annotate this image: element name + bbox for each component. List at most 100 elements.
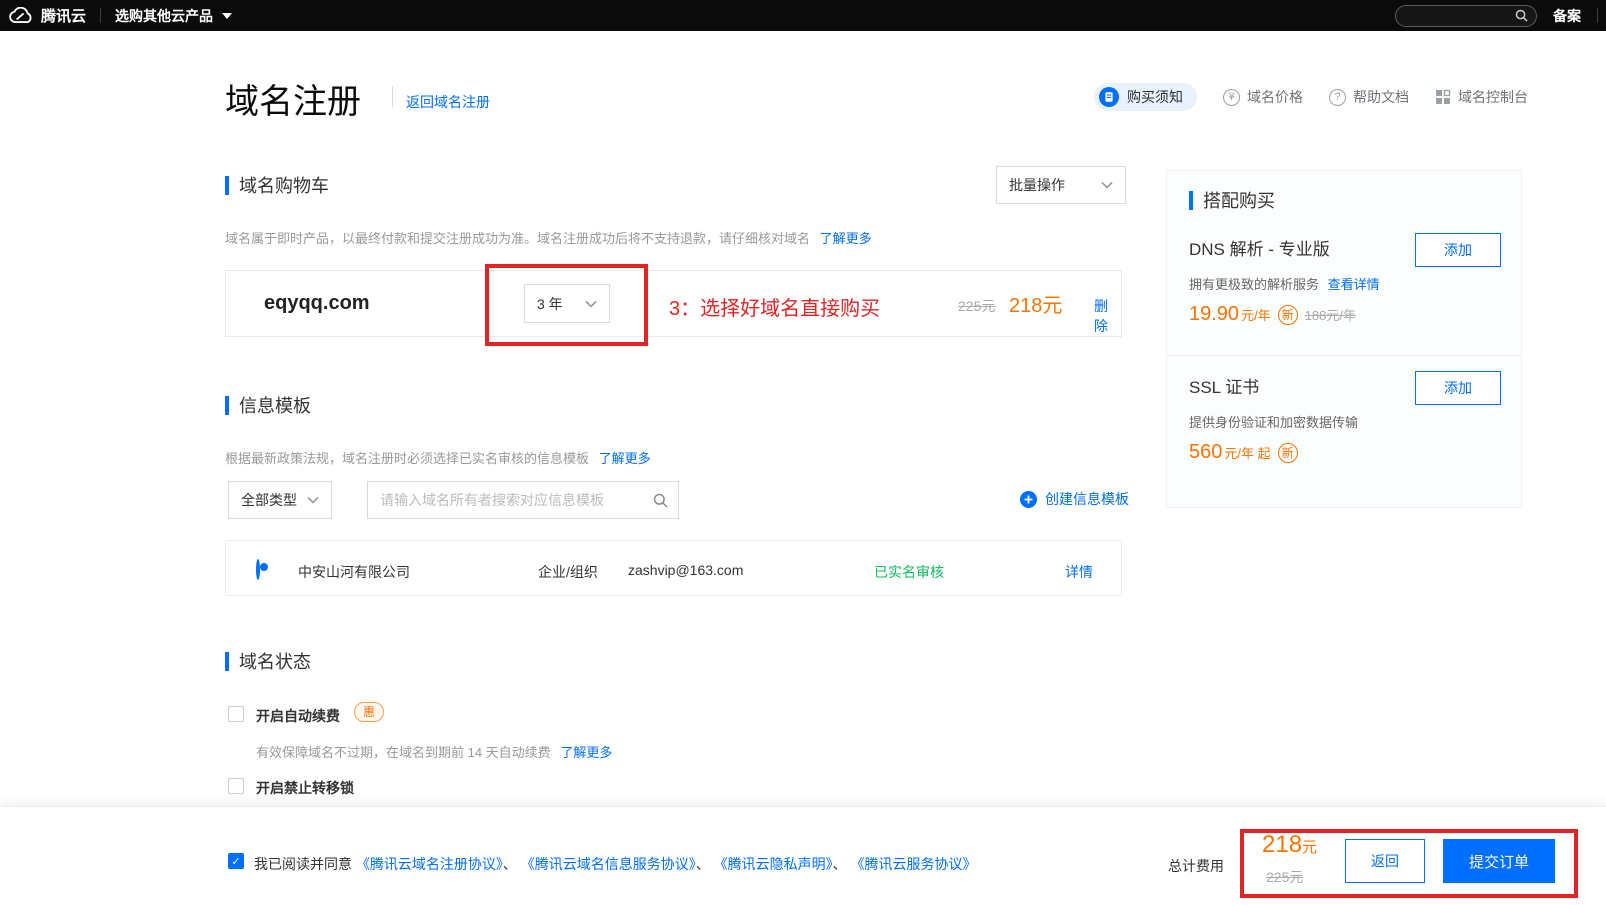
agreement-link-registration[interactable]: 《腾讯云域名注册协议》 — [356, 856, 503, 872]
template-radio-selected[interactable] — [256, 559, 260, 580]
tencent-cloud-logo[interactable]: 腾讯云 — [8, 5, 86, 26]
document-icon — [1099, 87, 1119, 107]
new-badge: 新 — [1278, 443, 1298, 463]
template-row[interactable]: 中安山河有限公司 企业/组织 zashvip@163.com 已实名审核 详情 — [225, 540, 1122, 596]
separator: 、 — [503, 856, 517, 872]
bundle-section-title: 搭配购买 — [1189, 187, 1275, 213]
purchase-notice-button[interactable]: 购买须知 — [1094, 83, 1197, 111]
domain-console-label: 域名控制台 — [1458, 87, 1528, 107]
template-detail-link[interactable]: 详情 — [1065, 562, 1093, 582]
ssl-price-unit: 元/年 起 — [1224, 443, 1270, 462]
dns-detail-link[interactable]: 查看详情 — [1328, 277, 1380, 292]
total-price: 218元 — [1262, 831, 1317, 859]
dns-product-name: DNS 解析 - 专业版 — [1189, 235, 1330, 260]
status-section-label: 域名状态 — [239, 648, 311, 674]
cart-notice: 域名属于即时产品，以最终付款和提交注册成功为准。域名注册成功后将不支持退款，请仔… — [225, 228, 872, 247]
navbar-left: 腾讯云 选购其他云产品 — [8, 5, 232, 26]
template-type-value: 全部类型 — [241, 490, 297, 510]
domain-console-link[interactable]: 域名控制台 — [1435, 87, 1528, 107]
ssl-price-row: 560 元/年 起 新 — [1189, 441, 1298, 464]
auto-renew-checkbox[interactable] — [228, 706, 244, 722]
bundle-section-label: 搭配购买 — [1203, 187, 1275, 213]
grid-icon — [1435, 89, 1451, 105]
template-type-select[interactable]: 全部类型 — [228, 481, 332, 519]
search-icon[interactable] — [653, 493, 668, 508]
dns-original-price: 188元/年 — [1305, 305, 1356, 324]
transfer-lock-checkbox[interactable] — [228, 778, 244, 794]
ssl-desc-text: 提供身份验证和加密数据传输 — [1189, 415, 1358, 430]
purchase-notice-label: 购买须知 — [1127, 87, 1183, 107]
search-icon — [1515, 9, 1528, 22]
total-original-price: 225元 — [1266, 867, 1303, 887]
top-navbar: 腾讯云 选购其他云产品 备案 — [0, 0, 1606, 31]
back-button[interactable]: 返回 — [1345, 839, 1425, 883]
ssl-add-button[interactable]: 添加 — [1415, 371, 1501, 405]
chevron-down-icon — [585, 300, 597, 308]
template-notice-more-link[interactable]: 了解更多 — [599, 451, 651, 466]
cart-domain-row: eqyqq.com 3 年 3：选择好域名直接购买 225元 218元 删除 — [225, 270, 1122, 337]
template-type: 企业/组织 — [538, 562, 598, 582]
create-template-link[interactable]: 创建信息模板 — [1020, 489, 1129, 509]
total-price-value: 218 — [1262, 831, 1302, 858]
cart-section-title: 域名购物车 — [225, 172, 329, 198]
ssl-desc: 提供身份验证和加密数据传输 — [1189, 412, 1358, 431]
beian-link[interactable]: 备案 — [1553, 6, 1581, 26]
navbar-search-input[interactable] — [1395, 5, 1537, 27]
section-accent-bar — [225, 652, 229, 671]
submit-order-button[interactable]: 提交订单 — [1443, 839, 1555, 883]
years-value: 3 年 — [537, 294, 563, 314]
ssl-product-name: SSL 证书 — [1189, 373, 1259, 398]
separator: 、 — [833, 856, 847, 872]
transfer-lock-label: 开启禁止转移锁 — [256, 778, 354, 798]
page-title: 域名注册 — [225, 74, 361, 123]
original-price: 225元 — [958, 296, 995, 316]
page: 腾讯云 选购其他云产品 备案 域名注册 返回域名注册 购买须知 — [0, 0, 1606, 905]
domain-price-label: 域名价格 — [1247, 87, 1303, 107]
auto-renew-more-link[interactable]: 了解更多 — [560, 745, 612, 760]
auto-renew-desc: 有效保障域名不过期，在域名到期前 14 天自动续费 了解更多 — [256, 742, 612, 761]
dns-desc-text: 拥有更极致的解析服务 — [1189, 277, 1319, 292]
agreement-link-info-service[interactable]: 《腾讯云域名信息服务协议》 — [521, 856, 696, 872]
cart-notice-more-link[interactable]: 了解更多 — [820, 231, 872, 246]
template-section-title: 信息模板 — [225, 392, 311, 418]
back-to-registration-link[interactable]: 返回域名注册 — [406, 92, 490, 112]
cloud-logo-icon — [8, 7, 34, 25]
delete-domain-link[interactable]: 删除 — [1094, 296, 1121, 336]
question-icon: ? — [1329, 89, 1346, 106]
cart-notice-text: 域名属于即时产品，以最终付款和提交注册成功为准。域名注册成功后将不支持退款，请仔… — [225, 231, 810, 246]
agreement-text: 我已阅读并同意 《腾讯云域名注册协议》、 《腾讯云域名信息服务协议》、 《腾讯云… — [254, 854, 977, 874]
other-products-menu[interactable]: 选购其他云产品 — [115, 6, 232, 26]
years-select[interactable]: 3 年 — [524, 284, 610, 323]
dns-price-value: 19.90 — [1189, 303, 1239, 326]
help-docs-link[interactable]: ? 帮助文档 — [1329, 87, 1409, 107]
template-notice-text: 根据最新政策法规，域名注册时必须选择已实名审核的信息模板 — [225, 451, 589, 466]
domain-price-link[interactable]: ¥ 域名价格 — [1223, 87, 1303, 107]
current-price: 218元 — [1009, 289, 1062, 318]
template-notice: 根据最新政策法规，域名注册时必须选择已实名审核的信息模板 了解更多 — [225, 448, 651, 467]
batch-action-select[interactable]: 批量操作 — [996, 166, 1126, 204]
check-icon: ✓ — [231, 855, 240, 868]
agreement-link-privacy[interactable]: 《腾讯云隐私声明》 — [714, 856, 833, 872]
template-search-input[interactable] — [378, 491, 653, 509]
template-email: zashvip@163.com — [628, 562, 743, 578]
divider — [100, 8, 101, 23]
total-cost-label: 总计费用 — [1168, 856, 1224, 876]
chevron-down-icon — [307, 496, 319, 504]
help-docs-label: 帮助文档 — [1353, 87, 1409, 107]
total-price-unit: 元 — [1302, 839, 1317, 856]
brand-text: 腾讯云 — [41, 5, 86, 26]
divider — [1597, 8, 1598, 23]
agreement-link-service[interactable]: 《腾讯云服务协议》 — [851, 856, 977, 872]
dns-desc: 拥有更极致的解析服务 查看详情 — [1189, 274, 1380, 293]
section-accent-bar — [1189, 191, 1193, 210]
divider — [1167, 355, 1521, 356]
agree-checkbox[interactable]: ✓ — [228, 853, 244, 869]
domain-name: eqyqq.com — [264, 292, 370, 315]
new-badge: 新 — [1278, 305, 1298, 325]
dns-add-button[interactable]: 添加 — [1415, 233, 1501, 267]
agree-prefix: 我已阅读并同意 — [254, 856, 352, 872]
chevron-down-icon — [222, 13, 232, 19]
other-products-label: 选购其他云产品 — [115, 6, 213, 26]
section-accent-bar — [225, 396, 229, 415]
yuan-icon: ¥ — [1223, 89, 1240, 106]
